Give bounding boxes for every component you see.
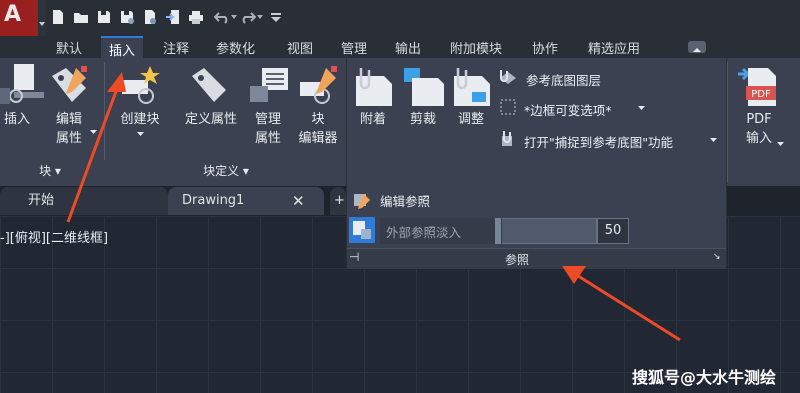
watermark-text: 搜狐号@大水牛测绘 <box>632 368 777 387</box>
arrowhead-reference <box>562 266 586 284</box>
arrow-to-reference-panel <box>574 272 681 342</box>
arrowhead-insert <box>107 72 126 92</box>
annotation-arrows <box>66 72 681 342</box>
arrow-to-insert-tab <box>66 85 120 223</box>
